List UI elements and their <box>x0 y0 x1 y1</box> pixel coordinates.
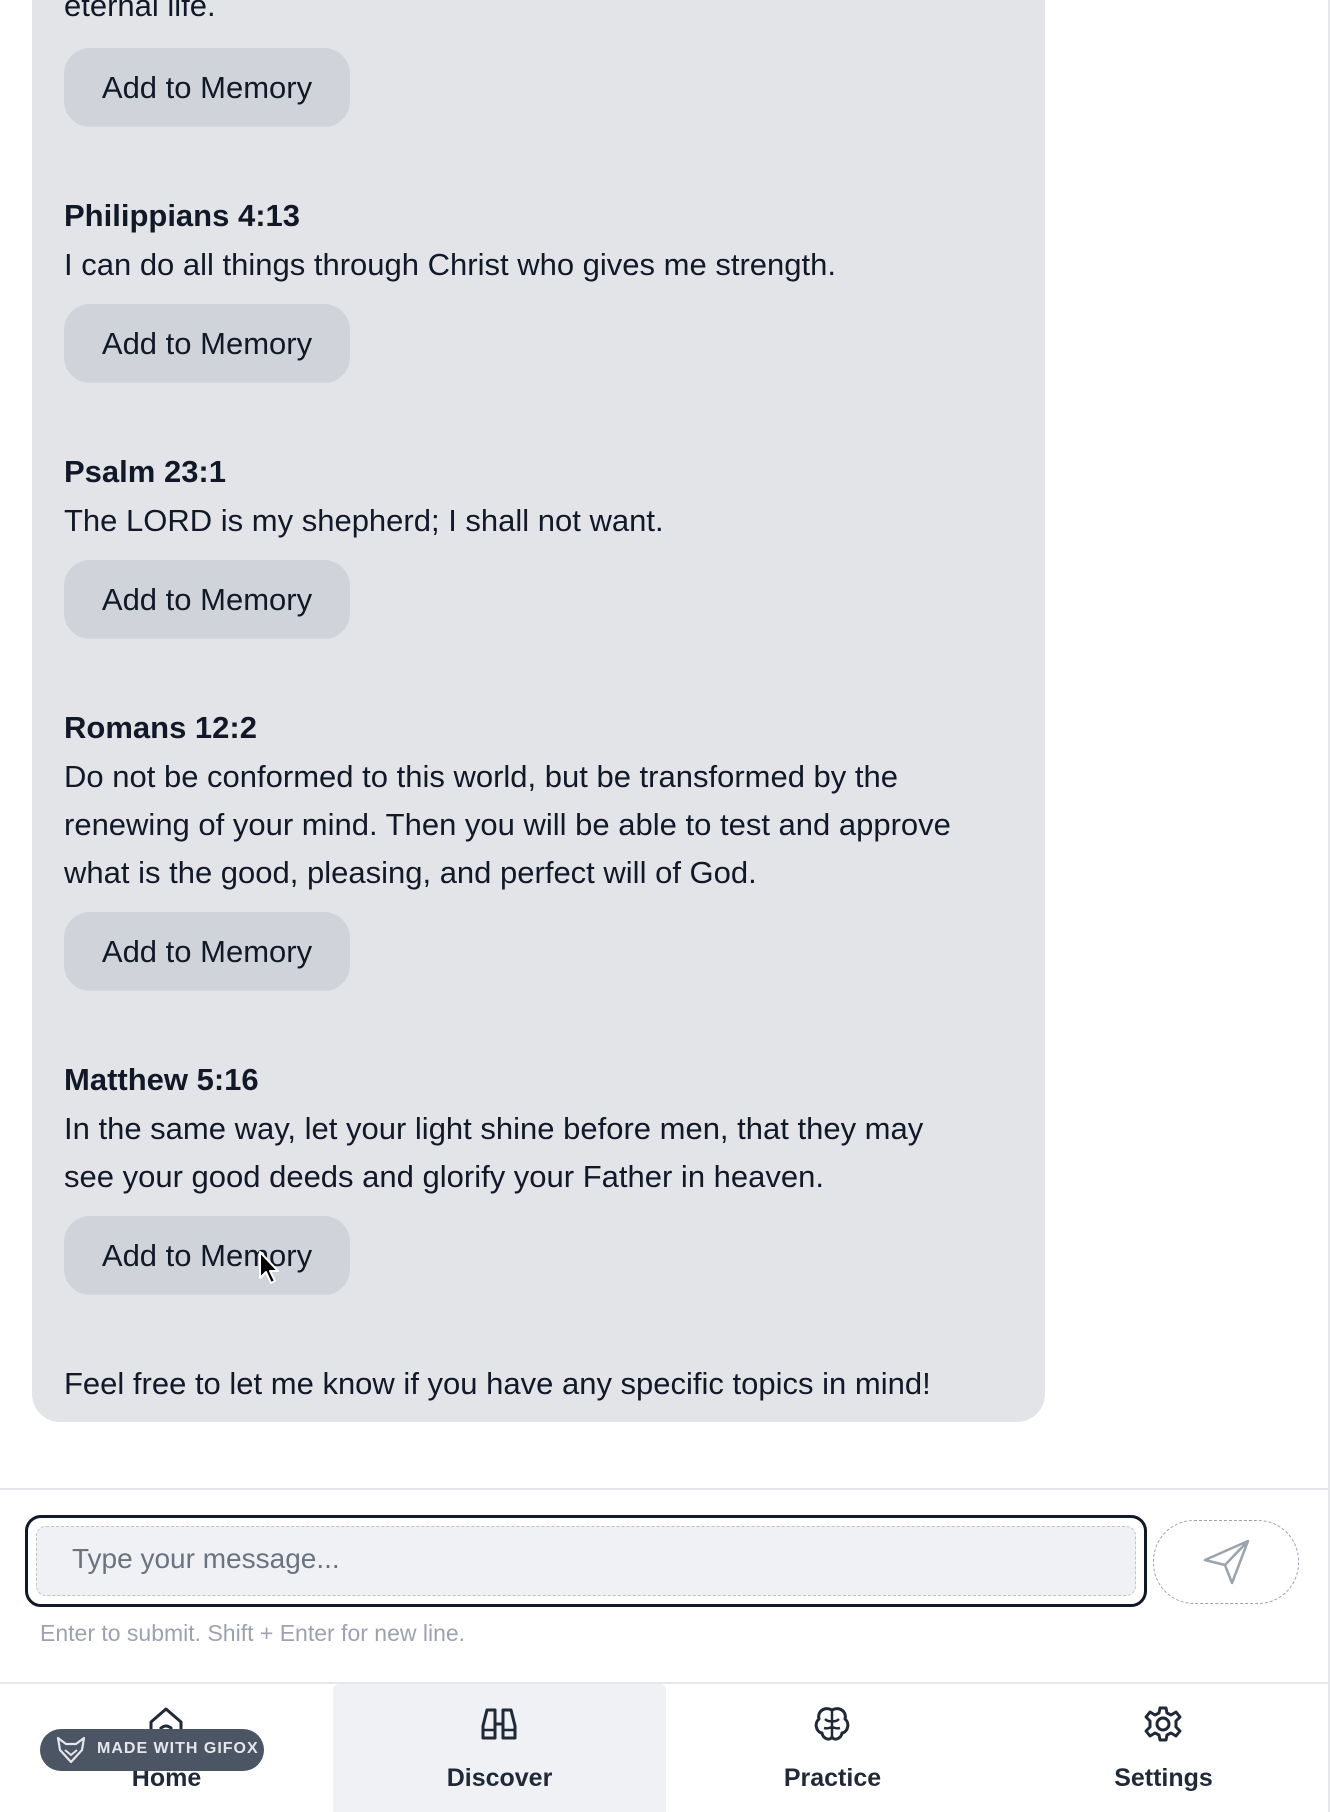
message-input-placeholder: Type your message... <box>72 1543 340 1574</box>
tab-practice-label: Practice <box>783 1764 882 1792</box>
verse-text: I can do all things through Christ who g… <box>64 247 836 282</box>
gifox-watermark: MADE WITH GIFOX <box>40 1729 264 1771</box>
message-input[interactable]: Type your message... <box>36 1526 1136 1596</box>
mouse-cursor-icon <box>259 1251 279 1284</box>
tab-discover[interactable]: Discover <box>333 1684 666 1812</box>
add-to-memory-button[interactable]: Add to Memory <box>64 560 350 639</box>
add-to-memory-button[interactable]: Add to Memory <box>64 912 350 991</box>
binoculars-icon <box>481 1708 517 1740</box>
tab-settings[interactable]: Settings <box>997 1684 1330 1812</box>
verse-text: Do not be conformed to this world, but b… <box>64 759 951 890</box>
gifox-watermark-text: MADE WITH GIFOX <box>97 1740 259 1757</box>
gear-icon <box>1144 1706 1182 1742</box>
message-input-frame: Type your message... <box>25 1515 1147 1607</box>
message-text: eternal life. <box>64 0 216 23</box>
verse-text: In the same way, let your light shine be… <box>64 1111 924 1194</box>
tab-settings-label: Settings <box>1114 1764 1213 1792</box>
send-icon <box>1203 1539 1250 1585</box>
add-to-memory-button[interactable]: Add to Memory <box>64 304 350 383</box>
verse-text: The LORD is my shepherd; I shall not wan… <box>64 503 664 538</box>
tab-practice[interactable]: Practice <box>666 1684 999 1812</box>
verse-reference: Matthew 5:16 <box>64 1062 259 1097</box>
tab-discover-label: Discover <box>446 1764 553 1792</box>
verse-reference: Psalm 23:1 <box>64 454 226 489</box>
add-to-memory-button[interactable]: Add to Memory <box>64 1216 350 1295</box>
send-button[interactable] <box>1153 1520 1299 1604</box>
add-to-memory-button[interactable]: Add to Memory <box>64 48 350 127</box>
composer-divider <box>0 1488 1330 1490</box>
closing-message: Feel free to let me know if you have any… <box>64 1366 931 1401</box>
brain-icon <box>814 1707 850 1741</box>
composer-hint: Enter to submit. Shift + Enter for new l… <box>40 1620 466 1646</box>
verse-reference: Philippians 4:13 <box>64 198 301 233</box>
fox-logo-icon <box>56 1736 86 1764</box>
verse-reference: Romans 12:2 <box>64 710 257 745</box>
